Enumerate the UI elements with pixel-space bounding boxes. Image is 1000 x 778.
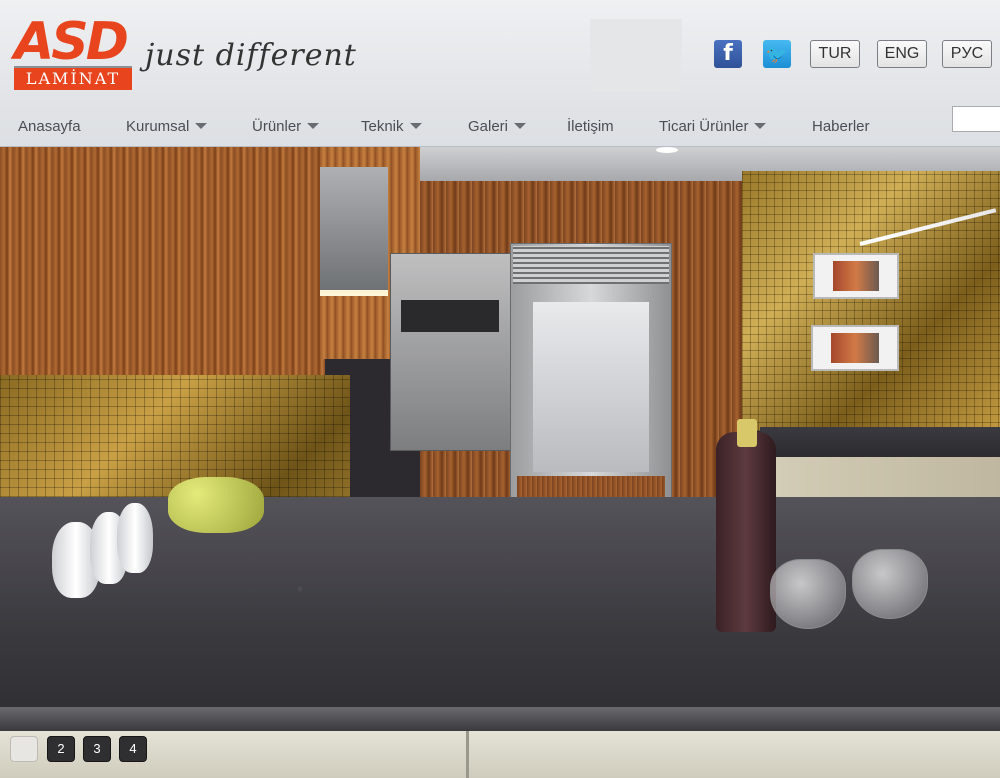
nav-item-label: Galeri (468, 118, 509, 135)
vase (117, 503, 153, 573)
language-rus-button[interactable]: PУC (942, 40, 992, 68)
cabinet-divider (466, 731, 469, 778)
fruit-bowl (168, 477, 264, 533)
range-hood-light (320, 290, 388, 296)
nav-item-kurumsal[interactable]: Kurumsal (126, 116, 208, 138)
chevron-down-icon (409, 123, 422, 129)
ceiling-light (656, 147, 678, 153)
chevron-down-icon (195, 123, 208, 129)
hero-mosaic-wall-right (742, 171, 1000, 431)
wine-glass (770, 559, 846, 629)
wall-picture-frame (811, 325, 899, 371)
nav-item-label: Haberler (812, 118, 870, 135)
nav-item-iletisim[interactable]: İletişim (567, 116, 614, 138)
nav-item-label: Kurumsal (126, 118, 190, 135)
slider-page-1[interactable]: 1 (10, 736, 38, 762)
tagline: just different (145, 38, 357, 73)
nav-item-label: İletişim (567, 118, 614, 135)
nav-item-teknik[interactable]: Teknik (361, 116, 422, 138)
hero-slider-image (0, 147, 1000, 778)
wine-bottle (716, 432, 776, 632)
nav-item-ticari-urunler[interactable]: Ticari Ürünler (659, 116, 767, 138)
wine-glass (852, 549, 928, 619)
language-tur-button[interactable]: TUR (810, 40, 860, 68)
slider-page-2[interactable]: 2 (47, 736, 75, 762)
island-countertop (760, 427, 1000, 457)
chevron-down-icon (514, 123, 527, 129)
logo-sub-text: LAMİNAT (14, 66, 132, 90)
nav-item-label: Anasayfa (18, 118, 81, 135)
wall-oven (390, 253, 512, 451)
asd-laminat-logo[interactable]: ASD LAMİNAT (14, 12, 132, 90)
twitter-icon[interactable]: 🐦 (763, 40, 791, 68)
nav-item-label: Ticari Ürünler (659, 118, 749, 135)
wine-bottle-cap (737, 419, 757, 447)
nav-item-haberler[interactable]: Haberler (812, 116, 870, 138)
wall-picture-frame (813, 253, 899, 299)
base-cabinets (0, 731, 1000, 778)
site-header: ASD LAMİNAT just different f 🐦 TUR ENG P… (0, 0, 1000, 147)
nav-item-anasayfa[interactable]: Anasayfa (18, 116, 81, 138)
facebook-icon[interactable]: f (714, 40, 742, 68)
countertop-edge (0, 707, 1000, 731)
nav-item-label: Teknik (361, 118, 404, 135)
nav-item-galeri[interactable]: Galeri (468, 116, 527, 138)
nav-item-urunler[interactable]: Ürünler (252, 116, 320, 138)
logo-main-text: ASD (14, 12, 129, 72)
nav-item-label: Ürünler (252, 118, 302, 135)
slider-page-4[interactable]: 4 (119, 736, 147, 762)
chevron-down-icon (754, 123, 767, 129)
range-hood (320, 167, 388, 290)
chevron-down-icon (307, 123, 320, 129)
header-placeholder-box (590, 19, 682, 92)
search-input[interactable] (952, 106, 1000, 132)
hero-upper-cabinet (0, 147, 325, 375)
language-eng-button[interactable]: ENG (877, 40, 927, 68)
main-nav: Anasayfa Kurumsal Ürünler Teknik Galeri … (0, 110, 1000, 142)
slider-page-3[interactable]: 3 (83, 736, 111, 762)
